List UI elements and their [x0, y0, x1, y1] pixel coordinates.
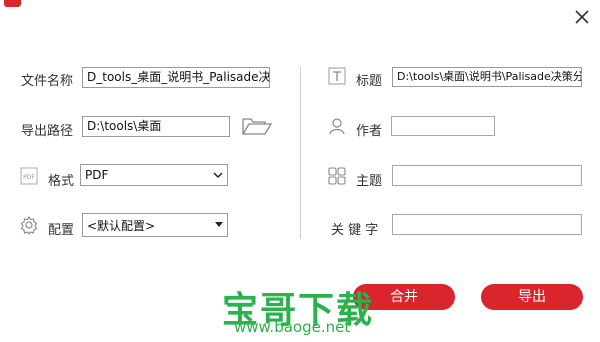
grid-icon: [328, 167, 346, 185]
filename-label: 文件名称: [21, 74, 74, 89]
title-bar: [0, 0, 600, 36]
column-divider: [300, 67, 301, 239]
format-value: PDF: [85, 168, 109, 182]
text-T-icon: [328, 67, 346, 85]
config-value: <默认配置>: [87, 218, 156, 233]
pdf-icon: PDF: [20, 167, 38, 185]
export-button[interactable]: 导出: [481, 284, 583, 310]
svg-text:PDF: PDF: [23, 174, 35, 181]
person-icon: [329, 118, 345, 135]
filename-field[interactable]: D_tools_桌面_说明书_Palisade决策分析: [82, 67, 270, 88]
export-path-label: 导出路径: [21, 124, 74, 139]
caret-down-icon: [215, 222, 223, 227]
format-select[interactable]: PDF: [80, 164, 228, 186]
watermark-url: www.baoge.net: [234, 318, 351, 336]
export-path-field[interactable]: D:\tools\桌面: [82, 116, 230, 137]
format-label: 格式: [48, 174, 75, 189]
title-field[interactable]: D:\tools\桌面\说明书\Palisade决策分析: [392, 67, 582, 87]
app-logo: [4, 0, 21, 7]
config-label: 配置: [48, 223, 75, 238]
subject-field[interactable]: [392, 165, 582, 186]
config-select[interactable]: <默认配置>: [82, 213, 228, 237]
keywords-label: 关 键 字: [331, 223, 379, 238]
subject-label: 主题: [356, 174, 383, 189]
chevron-down-icon: [213, 172, 223, 179]
close-icon[interactable]: [572, 7, 592, 27]
author-label: 作者: [356, 124, 383, 139]
title-label: 标题: [356, 74, 383, 89]
folder-open-icon[interactable]: [241, 116, 273, 136]
keywords-field[interactable]: [392, 214, 582, 235]
author-field[interactable]: [391, 116, 495, 136]
settings-gear-icon: [20, 215, 38, 235]
